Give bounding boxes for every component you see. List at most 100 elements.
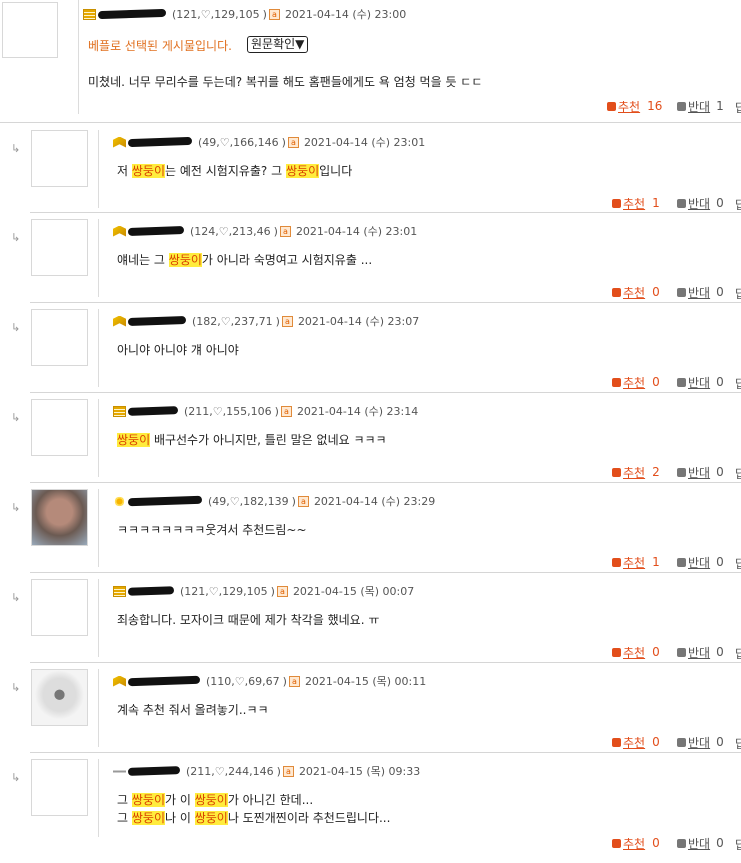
divider xyxy=(98,759,99,837)
comment-text: 얘네는 그 쌍둥이가 아니라 숙명여고 시험지유출 ... xyxy=(117,252,372,269)
thumbs-down-icon xyxy=(677,287,686,297)
reply-comment: ↳ (110,♡,69,67) a 2021-04-15 (목) 00:11 계속 추천… xyxy=(0,664,741,752)
comment-text: 저 쌍둥이는 예전 시험지유출? 그 쌍둥이입니다 xyxy=(117,163,352,180)
original-check-button[interactable]: 원문확인▼ xyxy=(247,36,309,53)
avatar[interactable] xyxy=(31,579,88,636)
reply-link[interactable]: 답 xyxy=(735,285,741,302)
recommend-button[interactable]: 추천 xyxy=(623,554,645,571)
oppose-button[interactable]: 반대 xyxy=(688,464,710,481)
thumbs-down-icon xyxy=(677,377,686,387)
recommend-button[interactable]: 추천 xyxy=(618,98,640,115)
text-segment: 배구선수가 아니지만, 틀린 말은 없네요 ㅋㅋㅋ xyxy=(150,433,387,447)
comment-text: 그 쌍둥이나 이 쌍둥이나 도찐개찐이라 추천드립니다... xyxy=(117,810,390,827)
avatar[interactable] xyxy=(31,399,88,456)
comment-header: (211,♡,244,146) a 2021-04-15 (목) 09:33 xyxy=(113,763,420,779)
divider xyxy=(98,219,99,297)
oppose-button[interactable]: 반대 xyxy=(688,554,710,571)
highlighted-keyword: 쌍둥이 xyxy=(131,811,165,825)
oppose-button[interactable]: 반대 xyxy=(688,284,710,301)
recommend-count: 0 xyxy=(652,375,660,389)
divider xyxy=(98,130,99,208)
oppose-count: 0 xyxy=(716,285,724,299)
oppose-row: 반대 0 xyxy=(677,284,724,301)
avatar[interactable] xyxy=(31,309,88,366)
nickname-redacted[interactable] xyxy=(127,226,185,236)
avatar[interactable] xyxy=(2,2,58,58)
recommend-button[interactable]: 추천 xyxy=(623,835,645,852)
divider xyxy=(98,399,99,477)
ip-icon: a xyxy=(288,675,300,687)
avatar[interactable] xyxy=(31,759,88,816)
recommend-count: 0 xyxy=(652,645,660,659)
oppose-button[interactable]: 반대 xyxy=(688,644,710,661)
reply-arrow-icon: ↳ xyxy=(11,501,21,514)
oppose-button[interactable]: 반대 xyxy=(688,835,710,852)
comment-header: (49,♡,182,139) a 2021-04-14 (수) 23:29 xyxy=(113,493,435,509)
text-segment: 아니야 아니야 걔 아니야 xyxy=(117,343,239,357)
reply-link[interactable]: 답 xyxy=(735,375,741,392)
level-icon xyxy=(113,315,126,327)
comment-text: ㅋㅋㅋㅋㅋㅋㅋㅋ웃겨서 추천드림~~ xyxy=(117,522,307,539)
vote-row: 추천 0 xyxy=(612,374,660,391)
recommend-button[interactable]: 추천 xyxy=(623,734,645,751)
text-segment: 가 아니라 숙명여고 시험지유출 ... xyxy=(201,253,373,267)
user-stats: 211,♡,155,106 xyxy=(188,404,272,418)
reply-link[interactable]: 답 xyxy=(735,196,741,213)
comment-header: (110,♡,69,67) a 2021-04-15 (목) 00:11 xyxy=(113,673,426,689)
level-icon xyxy=(113,225,126,237)
avatar[interactable] xyxy=(31,489,88,546)
ip-icon: a xyxy=(281,315,293,327)
thumbs-up-icon xyxy=(612,287,621,297)
reply-link[interactable]: 답 xyxy=(735,465,741,482)
ip-icon: a xyxy=(297,495,309,507)
text-segment: 계속 추천 줘서 올려놓기..ㅋㅋ xyxy=(117,703,269,717)
oppose-button[interactable]: 반대 xyxy=(688,195,710,212)
reply-link[interactable]: 답 xyxy=(735,836,741,853)
reply-arrow-icon: ↳ xyxy=(11,231,21,244)
avatar[interactable] xyxy=(31,669,88,726)
divider xyxy=(30,662,741,663)
avatar[interactable] xyxy=(31,219,88,276)
recommend-count: 1 xyxy=(652,196,660,210)
reply-arrow-icon: ↳ xyxy=(11,411,21,424)
recommend-button[interactable]: 추천 xyxy=(623,644,645,661)
nickname-redacted[interactable] xyxy=(127,675,201,687)
nickname-redacted[interactable] xyxy=(127,495,203,507)
level-icon xyxy=(113,405,126,417)
reply-arrow-icon: ↳ xyxy=(11,591,21,604)
divider xyxy=(98,489,99,567)
nickname-redacted[interactable] xyxy=(127,586,175,596)
oppose-button[interactable]: 반대 xyxy=(688,98,710,115)
text-segment: 얘네는 그 xyxy=(117,253,169,267)
level-icon xyxy=(113,585,126,597)
thumbs-up-icon xyxy=(612,838,621,848)
ip-icon: a xyxy=(276,585,288,597)
thumbs-up-icon xyxy=(612,737,621,747)
nickname-redacted[interactable] xyxy=(127,406,179,416)
recommend-button[interactable]: 추천 xyxy=(623,374,645,391)
thumbs-up-icon xyxy=(607,101,616,111)
oppose-count: 0 xyxy=(716,375,724,389)
oppose-button[interactable]: 반대 xyxy=(688,374,710,391)
recommend-button[interactable]: 추천 xyxy=(623,464,645,481)
thumbs-up-icon xyxy=(612,467,621,477)
reply-link[interactable]: 답 xyxy=(735,555,741,572)
recommend-button[interactable]: 추천 xyxy=(623,195,645,212)
nickname-redacted[interactable] xyxy=(127,315,187,327)
vote-row: 추천 0 xyxy=(612,284,660,301)
oppose-row: 반대 0 xyxy=(677,734,724,751)
nickname-redacted[interactable] xyxy=(127,766,181,776)
avatar[interactable] xyxy=(31,130,88,187)
reply-link[interactable]: 답 xyxy=(735,735,741,752)
nickname-redacted[interactable] xyxy=(127,136,193,148)
nickname-redacted[interactable] xyxy=(97,8,167,20)
reply-link[interactable]: 답 xyxy=(735,99,741,116)
reply-arrow-icon: ↳ xyxy=(11,771,21,784)
recommend-button[interactable]: 추천 xyxy=(623,284,645,301)
reply-arrow-icon: ↳ xyxy=(11,681,21,694)
reply-link[interactable]: 답 xyxy=(735,645,741,662)
oppose-button[interactable]: 반대 xyxy=(688,734,710,751)
oppose-row: 반대 0 xyxy=(677,464,724,481)
user-stats: 124,♡,213,46 xyxy=(194,224,271,238)
text-segment: ㅋㅋㅋㅋㅋㅋㅋㅋ웃겨서 추천드림~~ xyxy=(117,523,307,537)
